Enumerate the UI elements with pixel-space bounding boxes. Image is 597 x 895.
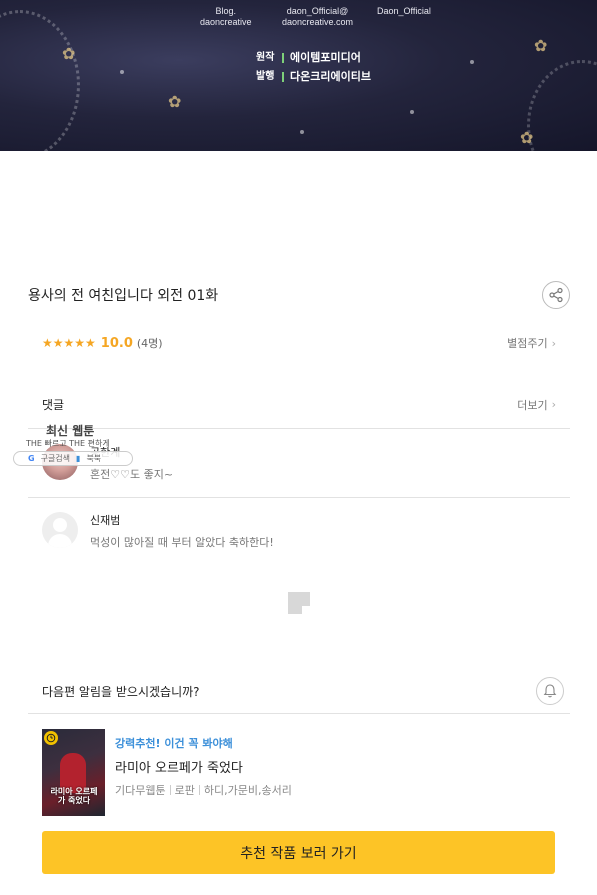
loading-placeholder-icon bbox=[288, 592, 310, 614]
credit-line: daoncreative.com bbox=[282, 17, 354, 27]
divider bbox=[28, 713, 570, 714]
rating-summary: ★★★★★ 10.0 (4명) bbox=[42, 335, 163, 351]
flower-icon: ✿ bbox=[62, 44, 76, 63]
next-episode-notify-row: 다음편 알림을 받으시겠습니까? bbox=[42, 677, 564, 705]
episode-banner: ✿ ✿ ✿ ✿ Blog. daoncreative daon_Official… bbox=[0, 0, 597, 151]
comments-more-link[interactable]: 더보기 › bbox=[517, 397, 556, 413]
chevron-right-icon: › bbox=[551, 398, 556, 411]
role-key: 원작 bbox=[256, 52, 275, 63]
share-icon bbox=[549, 287, 563, 303]
divider bbox=[28, 497, 570, 498]
bookmark-icon: ▮ bbox=[76, 454, 81, 463]
credit-sns: Daon_Official bbox=[377, 6, 431, 17]
comments-header: 댓글 더보기 › bbox=[42, 396, 556, 413]
notify-question: 다음편 알림을 받으시겠습니까? bbox=[42, 684, 200, 699]
bookmark-label: 북북 bbox=[86, 454, 102, 463]
more-label: 더보기 bbox=[517, 398, 548, 412]
rating-count: (4명) bbox=[136, 337, 163, 350]
rate-button[interactable]: 별점주기 › bbox=[507, 335, 556, 351]
sparkle-dot bbox=[300, 130, 304, 134]
credit-line: daoncreative bbox=[200, 17, 252, 27]
google-icon: G bbox=[28, 454, 35, 463]
latest-webtoon-label: 최신 웹툰 bbox=[46, 424, 95, 438]
share-button[interactable] bbox=[542, 281, 570, 309]
role-value: 다온크리에이티브 bbox=[290, 70, 371, 83]
sparkle-dot bbox=[410, 110, 414, 114]
role-value: 에이템포미디어 bbox=[290, 51, 361, 64]
lace-decoration-right bbox=[527, 60, 597, 151]
role-row: 발행 다온크리에이티브 bbox=[256, 67, 371, 86]
meta-genre: 로판 bbox=[174, 784, 195, 797]
role-divider bbox=[282, 71, 284, 82]
sparkle-dot bbox=[470, 60, 474, 64]
user-silhouette-icon bbox=[53, 518, 67, 532]
clock-icon bbox=[44, 731, 58, 745]
clock-hands bbox=[46, 733, 56, 743]
recommended-work[interactable]: 라미아 오르페가 죽었다 강력추천! 이건 꼭 봐야해 라미아 오르페가 죽었다… bbox=[42, 729, 556, 817]
rating-row: ★★★★★ 10.0 (4명) 별점주기 › bbox=[42, 333, 556, 353]
episode-title: 용사의 전 여친입니다 외전 01화 bbox=[28, 288, 219, 304]
rate-label: 별점주기 bbox=[507, 337, 548, 350]
user-silhouette-body bbox=[48, 534, 72, 548]
chevron-right-icon: › bbox=[551, 336, 556, 350]
notify-bell-button[interactable] bbox=[536, 677, 564, 705]
cover-title: 라미아 오르페가 죽었다 bbox=[50, 787, 98, 805]
quick-search-bar[interactable]: G 구글검색 ▮ 북북 bbox=[13, 451, 133, 466]
meta-type: 기다무웹툰 bbox=[115, 784, 166, 797]
credit-roles: 원작 에이템포미디어 발행 다온크리에이티브 bbox=[256, 48, 371, 86]
role-divider bbox=[282, 52, 284, 63]
lace-decoration-left bbox=[0, 10, 80, 151]
recommended-cover: 라미아 오르페가 죽었다 bbox=[42, 729, 105, 816]
recommendation-tag: 강력추천! 이건 꼭 봐야해 bbox=[115, 737, 233, 750]
comments-label: 댓글 bbox=[42, 398, 65, 412]
meta-separator bbox=[198, 785, 200, 795]
latest-webtoon-subtitle: THE 빠르고 THE 편하게 bbox=[26, 439, 110, 448]
recommended-info: 강력추천! 이건 꼭 봐야해 라미아 오르페가 죽었다 기다무웹툰 로판 하디,… bbox=[115, 735, 292, 817]
recommended-meta: 기다무웹툰 로판 하디,가문비,송서리 bbox=[115, 782, 292, 798]
credit-email: daon_Official@ daoncreative.com bbox=[282, 6, 353, 28]
avatar bbox=[42, 512, 78, 548]
role-row: 원작 에이템포미디어 bbox=[256, 48, 371, 67]
meta-authors: 하디,가문비,송서리 bbox=[203, 784, 292, 797]
comment-body: 먹성이 많아질 때 부터 알았다 축하한다! bbox=[90, 536, 274, 549]
comment-item: 신재범 먹성이 많아질 때 부터 알았다 축하한다! bbox=[42, 512, 556, 550]
flower-icon: ✿ bbox=[520, 128, 534, 147]
flower-icon: ✿ bbox=[534, 36, 548, 55]
divider bbox=[28, 428, 570, 429]
bell-icon bbox=[543, 684, 557, 698]
comment-author: 신재범 bbox=[90, 514, 121, 527]
comment-content: 신재범 먹성이 많아질 때 부터 알았다 축하한다! bbox=[90, 512, 274, 550]
credit-line: Blog. bbox=[215, 6, 237, 16]
search-label: 구글검색 bbox=[40, 454, 71, 463]
comment-body: 혼전♡♡도 좋지~ bbox=[90, 468, 174, 481]
sparkle-dot bbox=[120, 70, 124, 74]
rating-score: 10.0 bbox=[100, 335, 133, 351]
credit-line: Daon_Official bbox=[377, 6, 431, 16]
episode-title-row: 용사의 전 여친입니다 외전 01화 bbox=[28, 281, 570, 309]
star-rating-icon: ★★★★★ bbox=[42, 336, 96, 350]
credit-blog: Blog. daoncreative bbox=[200, 6, 252, 28]
view-recommended-button[interactable]: 추천 작품 보러 가기 bbox=[42, 831, 555, 874]
credit-line: daon_Official@ bbox=[286, 6, 349, 16]
role-key: 발행 bbox=[256, 71, 275, 82]
recommended-title: 라미아 오르페가 죽었다 bbox=[115, 761, 243, 776]
meta-separator bbox=[169, 785, 171, 795]
flower-icon: ✿ bbox=[168, 92, 182, 111]
